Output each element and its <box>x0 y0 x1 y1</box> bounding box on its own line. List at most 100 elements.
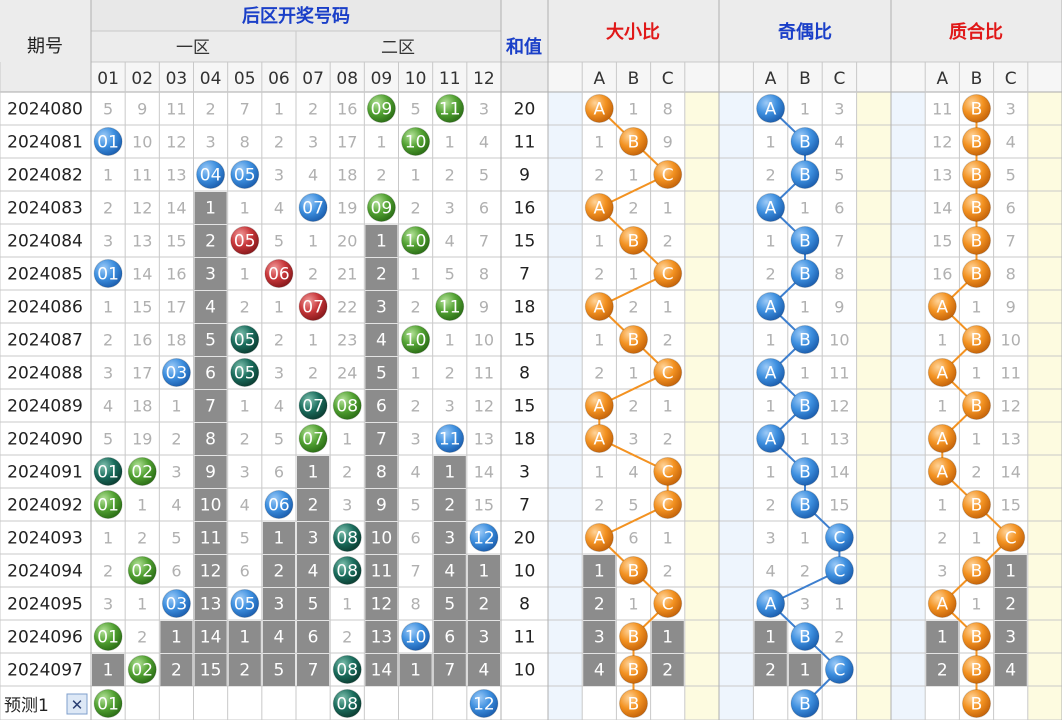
ratio-margin-bg <box>891 92 926 720</box>
prime-comp-cell: 13 <box>1001 430 1021 449</box>
big-small-cell: 1 <box>628 265 638 284</box>
big-small-cell: 2 <box>594 496 604 515</box>
number-ball-label: 10 <box>405 331 427 351</box>
big-small-cell: 1 <box>594 331 604 350</box>
number-gray-cell-label: 3 <box>274 595 285 615</box>
number-gray-cell-label: 2 <box>239 661 250 681</box>
period-cell: 2024093 <box>7 529 83 549</box>
number-gray-cell-label: 8 <box>376 463 387 483</box>
number-cell: 1 <box>103 529 113 548</box>
close-icon[interactable]: ✕ <box>71 696 84 714</box>
period-cell: 2024095 <box>7 595 83 615</box>
period-cell: 2024091 <box>7 463 83 483</box>
number-cell: 1 <box>171 397 181 416</box>
odd-even-ball-label: A <box>765 364 777 384</box>
prime-comp-cell: 1 <box>971 430 981 449</box>
predict-close-button[interactable]: ✕ <box>66 693 88 715</box>
number-cell: 2 <box>240 430 250 449</box>
number-cell: 13 <box>132 232 152 251</box>
number-cell: 18 <box>337 166 357 185</box>
number-cell: 16 <box>132 331 152 350</box>
big-small-cell: 1 <box>628 595 638 614</box>
number-gray-cell-label: 10 <box>200 496 222 516</box>
number-cell: 1 <box>410 265 420 284</box>
odd-even-predict-ball-label: B <box>799 695 811 715</box>
number-ball-label: 09 <box>371 199 393 219</box>
number-ball-label: 10 <box>405 628 427 648</box>
number-cell: 2 <box>205 100 215 119</box>
number-cell: 15 <box>474 496 494 515</box>
big-small-predict-ball-label: B <box>628 695 640 715</box>
number-gray-cell-label: 4 <box>444 562 455 582</box>
big-small-ball-label: B <box>628 661 640 681</box>
prime-comp-ball-label: B <box>971 496 983 516</box>
prime-comp-cell: 12 <box>1001 397 1021 416</box>
big-small-cell: 1 <box>628 100 638 119</box>
sum-cell: 15 <box>514 331 536 351</box>
number-cell: 4 <box>445 232 455 251</box>
number-cell: 1 <box>103 166 113 185</box>
number-cell: 5 <box>479 166 489 185</box>
number-cell: 5 <box>240 529 250 548</box>
prime-comp-gray-cell-label: 3 <box>1005 628 1016 648</box>
big-small-cell: 1 <box>663 298 673 317</box>
big-small-ball-label: C <box>662 595 674 615</box>
number-gray-cell-label: 4 <box>205 298 216 318</box>
number-cell: 5 <box>445 265 455 284</box>
number-cell: 2 <box>376 166 386 185</box>
number-cell: 1 <box>308 232 318 251</box>
number-gray-cell-label: 1 <box>103 661 114 681</box>
big-small-cell: 6 <box>628 529 638 548</box>
big-small-cell: 2 <box>594 364 604 383</box>
number-cell: 1 <box>445 133 455 152</box>
odd-even-ball-label: B <box>799 232 811 252</box>
number-cell: 1 <box>342 430 352 449</box>
number-cell: 1 <box>240 397 250 416</box>
number-cell: 2 <box>308 265 318 284</box>
big-small-gray-cell-label: 2 <box>594 595 605 615</box>
prime-comp-cell: 11 <box>1001 364 1021 383</box>
zone1-label: 一区 <box>176 38 210 58</box>
number-cell: 3 <box>103 595 113 614</box>
number-cell: 3 <box>240 463 250 482</box>
number-gray-cell-label: 5 <box>205 331 216 351</box>
number-cell: 3 <box>410 430 420 449</box>
number-gray-cell-label: 2 <box>205 232 216 252</box>
big-small-ball-label: C <box>662 364 674 384</box>
odd-even-cell: 8 <box>834 265 844 284</box>
odd-even-header: 奇偶比 <box>778 21 832 43</box>
prime-comp-gray-cell-label: 2 <box>937 661 948 681</box>
prime-comp-cell: 3 <box>937 562 947 581</box>
big-small-ball-label: B <box>628 562 640 582</box>
number-gray-cell-label: 7 <box>376 430 387 450</box>
number-cell: 1 <box>308 331 318 350</box>
number-ball-label: 08 <box>336 529 358 549</box>
number-cell: 11 <box>474 364 494 383</box>
sum-cell: 8 <box>519 364 530 384</box>
number-ball-label: 08 <box>336 562 358 582</box>
number-cell: 2 <box>308 100 318 119</box>
number-cell: 14 <box>166 199 186 218</box>
number-gray-cell-label: 1 <box>410 661 421 681</box>
number-header: 05 <box>234 69 256 89</box>
number-cell: 5 <box>410 100 420 119</box>
number-ball-label: 02 <box>131 562 153 582</box>
number-gray-cell-label: 11 <box>200 529 222 549</box>
big-small-ball-label: C <box>662 463 674 483</box>
odd-even-gray-cell-label: 2 <box>765 661 776 681</box>
number-cell: 2 <box>103 331 113 350</box>
sum-cell: 11 <box>514 133 536 153</box>
period-cell: 2024097 <box>7 661 83 681</box>
prime-comp-predict-ball-label: B <box>971 695 983 715</box>
number-gray-cell-label: 3 <box>479 628 490 648</box>
number-cell: 3 <box>103 232 113 251</box>
number-cell: 14 <box>474 463 494 482</box>
number-header: 02 <box>131 69 153 89</box>
big-small-cell: 2 <box>663 562 673 581</box>
number-gray-cell-label: 3 <box>376 298 387 318</box>
number-cell: 3 <box>274 166 284 185</box>
number-header: 08 <box>336 69 358 89</box>
number-header: 09 <box>371 69 393 89</box>
odd-even-gray-cell-label: 1 <box>765 628 776 648</box>
sum-cell: 18 <box>514 430 536 450</box>
